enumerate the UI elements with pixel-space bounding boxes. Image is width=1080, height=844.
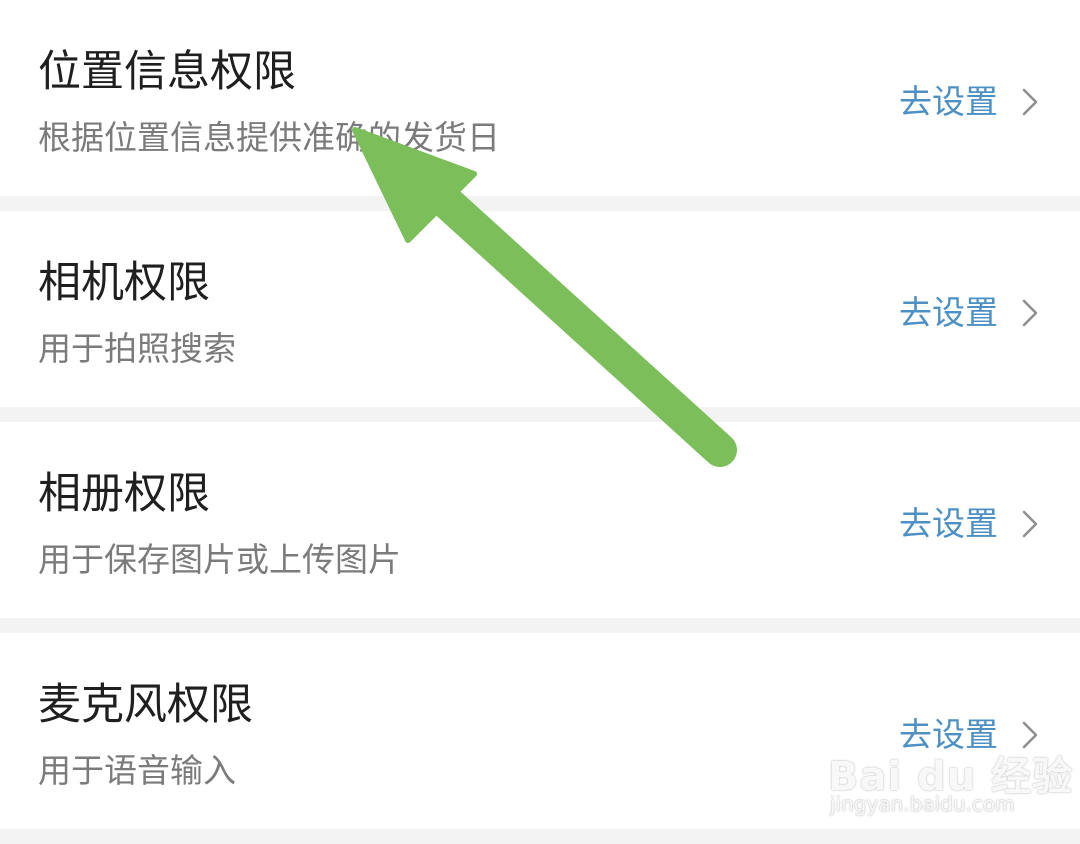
go-settings-button[interactable]: 去设置 (899, 291, 1040, 335)
chevron-right-icon (1022, 510, 1038, 538)
go-settings-button[interactable]: 去设置 (899, 80, 1040, 124)
go-settings-label: 去设置 (899, 504, 998, 543)
permission-title: 位置信息权限 (38, 47, 296, 97)
go-settings-label: 去设置 (899, 82, 998, 121)
permission-item-camera: 相机权限 用于拍照搜索 去设置 (0, 211, 1080, 407)
watermark-url: jingyan.baidu.com (830, 792, 1015, 816)
permission-item-album: 相册权限 用于保存图片或上传图片 去设置 (0, 422, 1080, 618)
permission-title: 麦克风权限 (38, 680, 253, 730)
go-settings-label: 去设置 (899, 293, 998, 332)
permission-description: 用于语音输入 (38, 751, 236, 790)
chevron-right-icon (1022, 88, 1038, 116)
go-settings-button[interactable]: 去设置 (899, 502, 1040, 546)
permission-item-location: 位置信息权限 根据位置信息提供准确的发货日 去设置 (0, 0, 1080, 196)
permission-description: 用于保存图片或上传图片 (38, 540, 401, 579)
permission-title: 相机权限 (38, 258, 210, 308)
baidu-jingyan-watermark: Bai du 经验 jingyan.baidu.com (828, 744, 1072, 824)
permission-description: 用于拍照搜索 (38, 329, 236, 368)
chevron-right-icon (1022, 299, 1038, 327)
permission-description: 根据位置信息提供准确的发货日 (38, 118, 500, 157)
permission-title: 相册权限 (38, 469, 210, 519)
